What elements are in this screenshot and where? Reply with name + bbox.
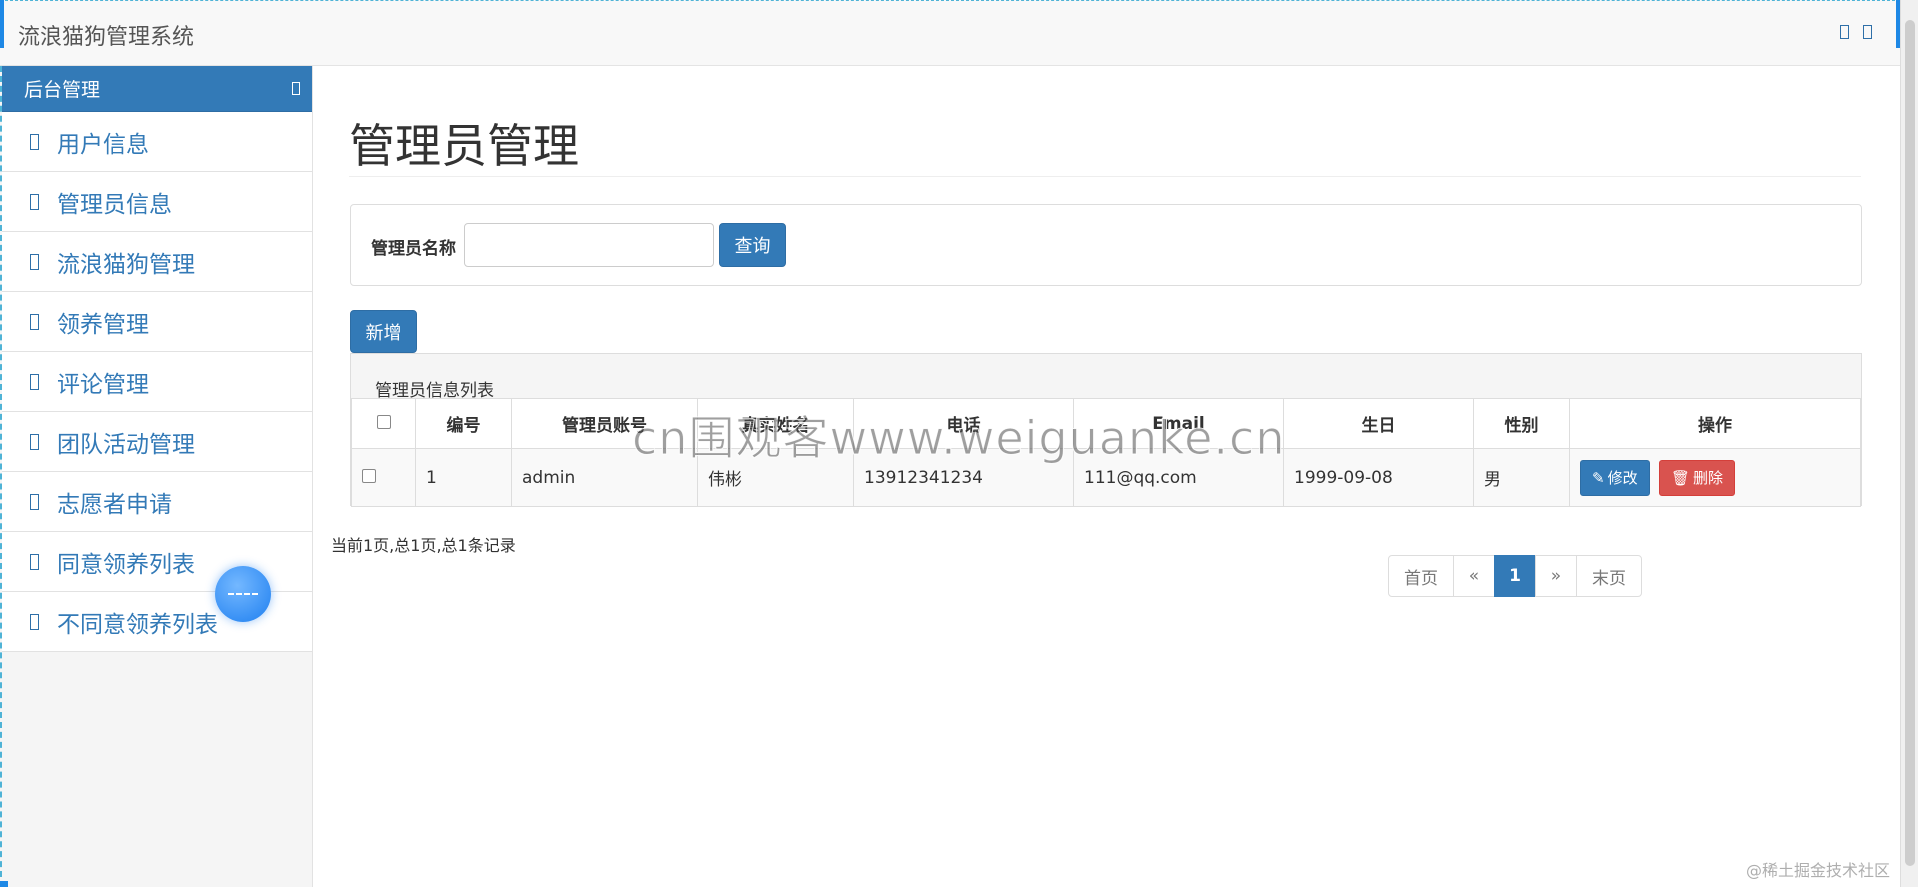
sidebar-item-label: 流浪猫狗管理 [57,251,195,278]
page-title: 管理员管理 [349,119,579,173]
window-icon[interactable] [1840,25,1849,39]
menu-icon [30,133,39,150]
sidebar-item-label: 领养管理 [57,311,149,338]
menu-icon [30,193,39,210]
col-account[interactable]: 管理员账号 [511,398,698,449]
sidebar-item-comments[interactable]: 评论管理 [2,352,312,412]
table-header-row: 编号 管理员账号 真实姓名 电话 Email 生日 性别 操作 [351,398,1861,449]
title-divider [349,176,1861,177]
current-page-button[interactable]: 1 [1494,555,1536,597]
sidebar-item-volunteer[interactable]: 志愿者申请 [2,472,312,532]
top-navbar: 流浪猫狗管理系统 [0,0,1900,66]
menu-icon [30,253,39,270]
sidebar-item-label: 评论管理 [57,371,149,398]
sidebar-header[interactable]: 后台管理 [2,66,312,112]
pencil-icon: ✎ [1592,468,1605,487]
sidebar-item-stray-animals[interactable]: 流浪猫狗管理 [2,232,312,292]
main-content: 管理员管理 管理员名称 查询 新增 管理员信息列表 编号 管理员账号 真实姓名 … [313,66,1900,887]
sidebar-item-label: 志愿者申请 [57,491,172,518]
user-icon[interactable] [1863,25,1872,39]
select-all-checkbox[interactable] [376,414,391,429]
cell-account: admin [511,448,698,507]
cell-birthday: 1999-09-08 [1283,448,1474,507]
col-id[interactable]: 编号 [415,398,512,449]
col-email[interactable]: Email [1073,398,1284,449]
sidebar-item-label: 同意领养列表 [57,551,195,578]
corner-marker [1896,0,1900,48]
sidebar-item-adoption[interactable]: 领养管理 [2,292,312,352]
sidebar-item-admin-info[interactable]: 管理员信息 [2,172,312,232]
first-page-button[interactable]: 首页 [1388,555,1454,597]
sidebar-item-team-activities[interactable]: 团队活动管理 [2,412,312,472]
sidebar-item-label: 管理员信息 [57,191,172,218]
prev-page-button[interactable]: « [1453,555,1495,597]
menu-icon [30,373,39,390]
admin-table: 编号 管理员账号 真实姓名 电话 Email 生日 性别 操作 1 admin [351,398,1861,507]
corner-marker [0,0,4,48]
edit-button[interactable]: ✎ 修改 [1580,459,1650,496]
next-page-button[interactable]: » [1535,555,1577,597]
table-row: 1 admin 伟彬 13912341234 111@qq.com 1999-0… [351,448,1861,507]
menu-icon [30,613,39,630]
add-button[interactable]: 新增 [350,310,417,353]
corner-marker [0,881,8,887]
col-phone[interactable]: 电话 [853,398,1074,449]
col-actions: 操作 [1569,398,1861,449]
sidebar-item-label: 用户信息 [57,131,149,158]
delete-button[interactable]: 🗑 删除 [1659,459,1736,496]
app-title[interactable]: 流浪猫狗管理系统 [18,19,194,51]
edit-label: 修改 [1607,469,1638,487]
sidebar-item-user-info[interactable]: 用户信息 [2,112,312,172]
floating-assistant-button[interactable] [215,566,271,622]
sidebar-item-label: 团队活动管理 [57,431,195,458]
sidebar-item-label: 不同意领养列表 [57,611,218,638]
search-label: 管理员名称 [371,239,456,259]
cell-id: 1 [415,448,512,507]
cell-email: 111@qq.com [1073,448,1284,507]
select-all-cell [351,398,416,449]
row-checkbox[interactable] [362,468,376,483]
col-name[interactable]: 真实姓名 [697,398,854,449]
table-panel: 管理员信息列表 编号 管理员账号 真实姓名 电话 Email 生日 性别 操作 [350,353,1862,507]
cell-gender: 男 [1473,448,1570,507]
menu-icon [30,433,39,450]
col-gender[interactable]: 性别 [1473,398,1570,449]
admin-name-input[interactable] [464,223,714,267]
sidebar: 后台管理 用户信息 管理员信息 流浪猫狗管理 领养管理 评论管理 团队活动管理 … [0,66,313,887]
collapse-icon[interactable] [292,82,300,95]
search-button[interactable]: 查询 [719,223,786,267]
col-birthday[interactable]: 生日 [1283,398,1474,449]
last-page-button[interactable]: 末页 [1576,555,1642,597]
vertical-scrollbar[interactable] [1900,0,1918,887]
trash-icon: 🗑 [1671,468,1691,487]
menu-icon [30,313,39,330]
cell-actions: ✎ 修改 🗑 删除 [1569,448,1861,507]
sidebar-header-label: 后台管理 [24,79,101,101]
menu-icon [30,553,39,570]
row-select-cell [351,448,416,507]
footer-watermark: @稀土掘金技术社区 [1745,861,1890,880]
assistant-icon [228,593,258,595]
record-info: 当前1页,总1页,总1条记录 [331,536,516,555]
search-panel: 管理员名称 查询 [350,204,1862,286]
scrollbar-thumb[interactable] [1905,20,1915,866]
delete-label: 删除 [1693,469,1724,487]
cell-name: 伟彬 [697,448,854,507]
cell-phone: 13912341234 [853,448,1074,507]
menu-icon [30,493,39,510]
top-icons [1840,25,1872,39]
pagination: 首页 « 1 » 末页 [1388,555,1642,597]
